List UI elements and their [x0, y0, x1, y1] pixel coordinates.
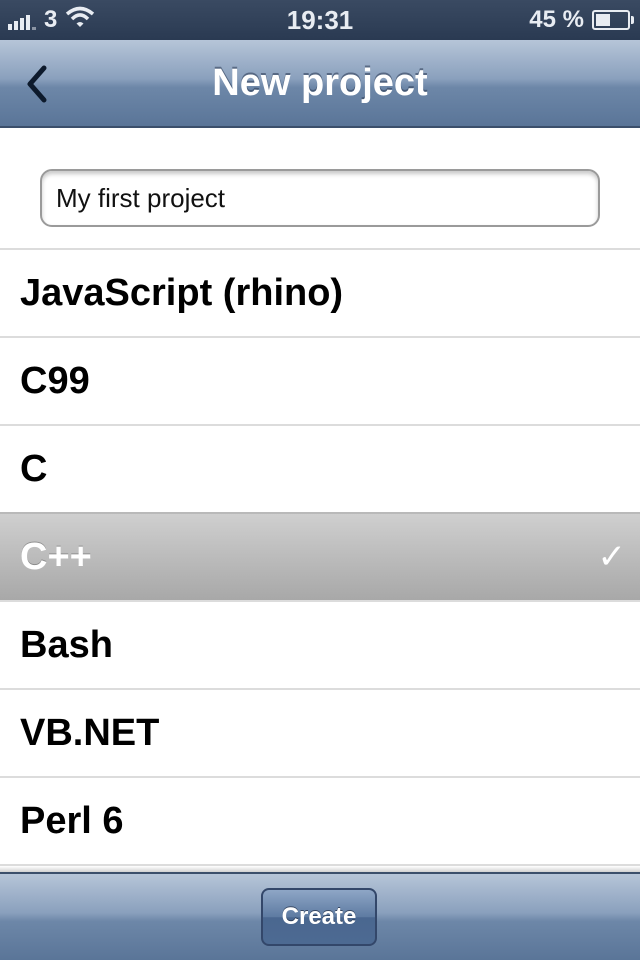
- battery-percent: 45 %: [529, 6, 584, 33]
- bottom-toolbar: Create: [0, 872, 640, 960]
- status-right: 45 %: [529, 0, 634, 40]
- project-name-section: [0, 128, 640, 250]
- language-item-c[interactable]: C: [0, 426, 640, 514]
- status-bar: 3 19:31 45 %: [0, 0, 640, 40]
- navigation-bar: New project: [0, 40, 640, 128]
- language-item-vbnet[interactable]: VB.NET: [0, 690, 640, 778]
- language-label: Perl 6: [20, 800, 124, 842]
- page-title: New project: [212, 62, 428, 104]
- language-item-c99[interactable]: C99: [0, 338, 640, 426]
- language-item-bash[interactable]: Bash: [0, 602, 640, 690]
- battery-level-fill: [596, 14, 610, 26]
- language-item-javascript-rhino[interactable]: JavaScript (rhino): [0, 250, 640, 338]
- language-label: VB.NET: [20, 712, 160, 754]
- checkmark-icon: ✓: [597, 538, 627, 576]
- language-label: C: [20, 448, 48, 490]
- language-label: Bash: [20, 624, 113, 666]
- language-label: JavaScript (rhino): [20, 272, 344, 314]
- create-button[interactable]: Create: [261, 888, 377, 946]
- project-name-input[interactable]: [40, 169, 600, 227]
- battery-icon: [592, 10, 634, 30]
- language-label: C99: [20, 360, 90, 402]
- language-item-perl-6[interactable]: Perl 6: [0, 778, 640, 866]
- language-item-cpp[interactable]: C++ ✓: [0, 512, 640, 602]
- language-label: C++: [20, 536, 92, 578]
- language-list: JavaScript (rhino) C99 C C++ ✓ Bash VB.N…: [0, 250, 640, 868]
